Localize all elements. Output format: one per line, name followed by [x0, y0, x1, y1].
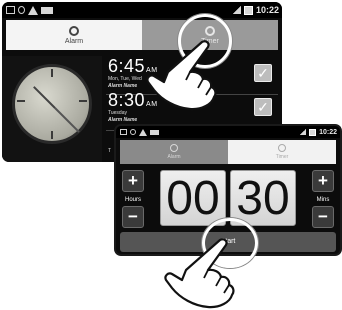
- notification-icon: [41, 6, 53, 14]
- alarm-time: 6:45: [108, 56, 146, 76]
- hours-decrement-button[interactable]: −: [122, 206, 144, 228]
- notification-icon: [150, 129, 159, 135]
- alarm-days: Tuesday: [108, 110, 127, 116]
- pointing-hand-icon: [146, 40, 217, 111]
- alarm-name: Alarm Name: [108, 117, 138, 123]
- usb-icon: [18, 6, 25, 14]
- status-time: 10:22: [255, 5, 279, 15]
- status-bar: 10:22: [116, 126, 340, 138]
- tab-alarm-label: Alarm: [167, 154, 181, 160]
- hours-increment-button[interactable]: +: [122, 170, 144, 192]
- alarm-days: T: [108, 148, 112, 154]
- status-bar: 10:22: [2, 2, 282, 18]
- minutes-increment-button[interactable]: +: [312, 170, 334, 192]
- alarm-days: Mon, Tue, Wed: [108, 76, 142, 82]
- warning-icon: [139, 128, 147, 136]
- tab-timer-label: Timer: [275, 154, 289, 160]
- alarm-checkbox[interactable]: ✓: [254, 64, 272, 82]
- analog-clock-area: [2, 56, 102, 162]
- timer-icon: [278, 144, 286, 152]
- minutes-label: Mins: [316, 197, 330, 203]
- analog-clock-icon: [12, 64, 92, 144]
- gmail-icon: [6, 6, 15, 14]
- hours-label: Hours: [124, 197, 141, 203]
- minutes-display[interactable]: 30: [230, 170, 296, 226]
- warning-icon: [28, 5, 38, 15]
- minute-hand: [54, 107, 80, 133]
- alarm-checkbox[interactable]: ✓: [254, 98, 272, 116]
- signal-icon: [300, 129, 307, 135]
- hour-hand: [33, 86, 56, 109]
- hours-display[interactable]: 00: [160, 170, 226, 226]
- gmail-icon: [120, 129, 127, 135]
- minutes-decrement-button[interactable]: −: [312, 206, 334, 228]
- tab-timer[interactable]: Timer: [228, 140, 336, 164]
- tab-bar: Alarm Timer: [120, 140, 336, 164]
- tab-alarm[interactable]: Alarm: [120, 140, 228, 164]
- signal-icon: [232, 6, 241, 14]
- usb-icon: [130, 129, 136, 135]
- status-time: 10:22: [319, 128, 337, 136]
- pointing-hand-icon: [164, 238, 235, 309]
- tab-alarm[interactable]: Alarm: [6, 20, 142, 50]
- battery-icon: [243, 5, 253, 15]
- alarm-clock-icon: [170, 144, 178, 152]
- battery-icon: [309, 128, 317, 136]
- alarm-time: 8:30: [108, 90, 146, 110]
- alarm-clock-icon: [69, 25, 79, 36]
- tab-alarm-label: Alarm: [64, 37, 84, 45]
